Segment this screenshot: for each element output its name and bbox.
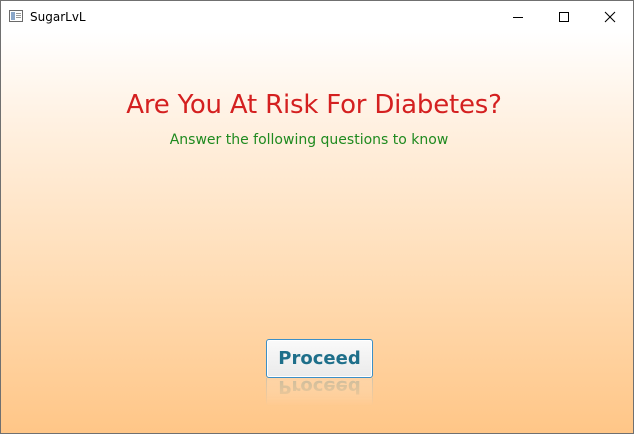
app-window: SugarLvL Are You At Risk For Diabetes? A… <box>0 0 634 434</box>
main-content: Are You At Risk For Diabetes? Answer the… <box>1 32 633 433</box>
proceed-reflection-label: Proceed <box>266 378 373 406</box>
close-icon <box>604 11 616 22</box>
maximize-button[interactable] <box>541 1 587 32</box>
minimize-icon <box>513 16 523 18</box>
title-bar[interactable]: SugarLvL <box>1 1 633 32</box>
maximize-icon <box>559 11 569 22</box>
page-title: Are You At Risk For Diabetes? <box>126 90 502 120</box>
page-subtitle: Answer the following questions to know <box>169 132 449 148</box>
proceed-button-reflection: Proceed <box>266 378 373 406</box>
close-button[interactable] <box>587 1 633 32</box>
proceed-button[interactable]: Proceed <box>266 339 373 378</box>
app-icon <box>9 10 23 22</box>
window-title: SugarLvL <box>30 10 86 24</box>
minimize-button[interactable] <box>495 1 541 32</box>
